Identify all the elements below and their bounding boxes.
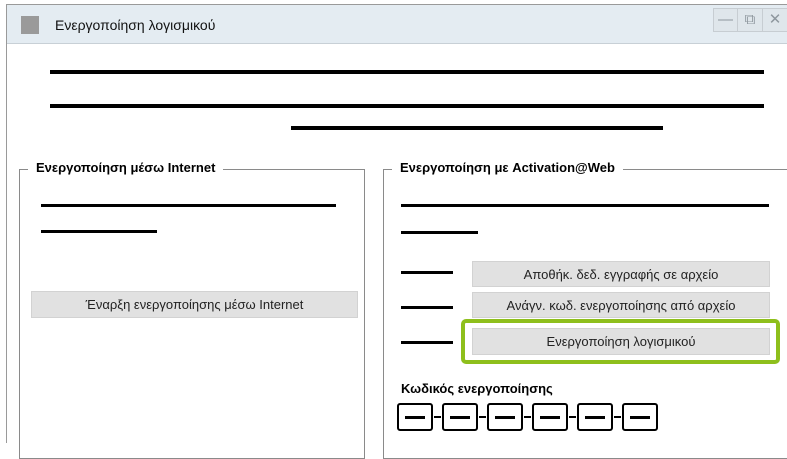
instruction-text-line (50, 104, 764, 108)
close-icon[interactable]: ✕ (763, 8, 787, 32)
window-title: Ενεργοποίηση λογισμικού (55, 17, 216, 33)
minimize-icon[interactable]: — (713, 8, 738, 32)
activation-code-fields (397, 403, 658, 431)
restore-icon[interactable]: ⧉ (738, 8, 763, 32)
step-marker-line (401, 306, 453, 309)
step-marker-line (401, 271, 453, 274)
activation-code-field-1[interactable] (397, 403, 433, 431)
activation-code-field-4[interactable] (532, 403, 568, 431)
internet-activation-legend: Ενεργοποίηση μέσω Internet (28, 160, 224, 175)
description-text-line (401, 204, 769, 207)
read-activation-code-button[interactable]: Ανάγν. κωδ. ενεργοποίησης από αρχείο (472, 292, 770, 318)
activation-code-field-2[interactable] (442, 403, 478, 431)
save-registration-data-button[interactable]: Αποθήκ. δεδ. εγγραφής σε αρχείο (472, 261, 770, 287)
web-activation-legend: Ενεργοποίηση με Activation@Web (392, 160, 623, 175)
activation-code-field-5[interactable] (577, 403, 613, 431)
instruction-text-line (291, 126, 663, 130)
description-text-line (41, 204, 336, 207)
instruction-text-line (50, 70, 764, 74)
app-icon (21, 16, 39, 34)
step-marker-line (401, 341, 453, 344)
description-text-line (41, 230, 157, 233)
title-bar: Ενεργοποίηση λογισμικού — ⧉ ✕ (7, 5, 787, 44)
activation-code-label: Κωδικός ενεργοποίησης (401, 381, 553, 396)
window-controls: — ⧉ ✕ (713, 8, 787, 32)
description-text-line (401, 231, 478, 234)
activation-code-field-3[interactable] (487, 403, 523, 431)
start-internet-activation-button[interactable]: Έναρξη ενεργοποίησης μέσω Internet (31, 291, 358, 318)
activation-code-field-6[interactable] (622, 403, 658, 431)
activate-software-button[interactable]: Ενεργοποίηση λογισμικού (472, 328, 770, 355)
